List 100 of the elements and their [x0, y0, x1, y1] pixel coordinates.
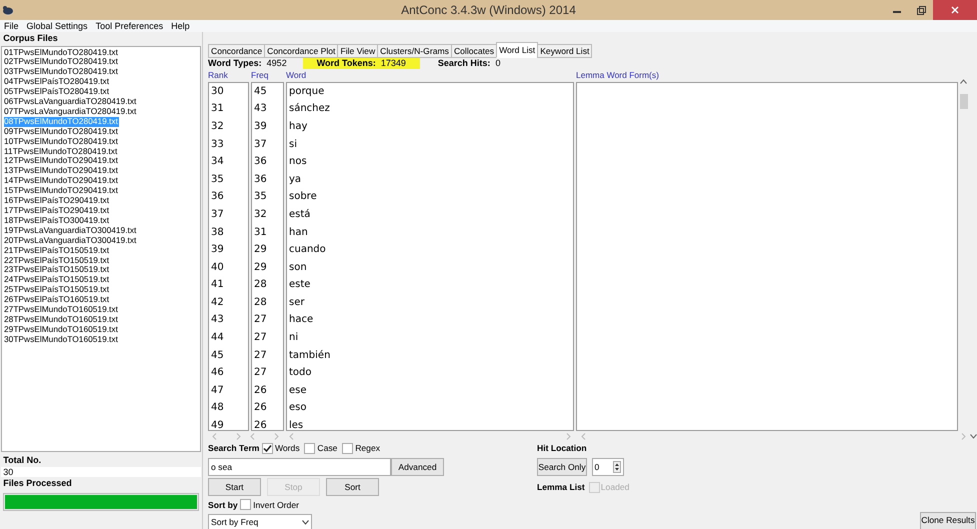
list-cell-text: también — [288, 348, 332, 363]
menu-item[interactable]: Tool Preferences — [96, 20, 164, 32]
list-cell-text: 35 — [210, 172, 225, 187]
checkbox-label: Words — [274, 442, 300, 456]
list-cell-text: 37 — [210, 208, 225, 222]
list-cell-text: 32 — [253, 208, 268, 222]
stat-text: Word Types: 4952 — [208, 58, 287, 69]
scroll-left-icon[interactable] — [289, 430, 294, 442]
corpus-filename[interactable]: 02TPwsElMundoTO280419.txt — [4, 57, 119, 68]
corpus-filename[interactable]: 27TPwsElMundoTO160519.txt — [4, 305, 119, 315]
list-cell-text: 36 — [253, 155, 268, 170]
corpus-filename[interactable]: 26TPwsElPaísTO160519.txt — [4, 295, 110, 306]
sort-by-label: Sort by — [208, 498, 238, 512]
corpus-filename[interactable]: 07TPwsLaVanguardiaTO280419.txt — [4, 106, 138, 117]
menu-item[interactable]: File — [4, 20, 19, 32]
column-header[interactable]: Freq — [251, 69, 284, 82]
action-button[interactable]: Sort — [326, 478, 379, 496]
list-cell-text: 27 — [253, 331, 268, 346]
checkbox-label: Regex — [355, 442, 380, 456]
tab[interactable]: Keyword List — [537, 44, 592, 58]
corpus-filename[interactable]: 13TPwsElMundoTO290419.txt — [4, 166, 119, 176]
lemma-list-label: Lemma List — [537, 480, 585, 494]
hit-location-label: Hit Location — [537, 442, 587, 456]
corpus-filename[interactable]: 15TPwsElMundoTO290419.txt — [4, 186, 119, 196]
scroll-right-icon[interactable] — [566, 430, 571, 442]
list-cell-text: ya — [288, 172, 302, 187]
tab[interactable]: Collocates — [450, 44, 498, 58]
corpus-filename[interactable]: 12TPwsElMundoTO290419.txt — [4, 156, 119, 166]
stat-text: Word Tokens: 17349 — [302, 58, 420, 69]
checkbox[interactable] — [240, 499, 251, 510]
corpus-filename[interactable]: 21TPwsElPaísTO150519.txt — [4, 246, 110, 256]
scroll-left-icon[interactable] — [581, 430, 586, 442]
number-spinner[interactable]: 0 — [592, 458, 624, 476]
list-cell-text: 32 — [210, 120, 225, 134]
clone-results-button[interactable]: Clone Results — [920, 512, 976, 529]
restore-icon — [916, 6, 926, 14]
list-cell-text: 35 — [253, 190, 268, 204]
corpus-filename[interactable]: 29TPwsElMundoTO160519.txt — [4, 324, 119, 335]
corpus-filename[interactable]: 28TPwsElMundoTO160519.txt — [4, 314, 119, 325]
list-cell-text: 27 — [253, 313, 268, 328]
dropdown-value: Sort by Freq — [211, 516, 258, 529]
list-cell-text: ese — [288, 384, 308, 398]
corpus-filename[interactable]: 04TPwsElPaísTO280419.txt — [4, 77, 110, 88]
corpus-filename[interactable]: 17TPwsElPaísTO290419.txt — [4, 206, 110, 216]
corpus-filename[interactable]: 01TPwsElMundoTO280419.txt — [4, 48, 119, 58]
corpus-filename[interactable]: 05TPwsElPaísTO280419.txt — [4, 87, 110, 98]
checkbox[interactable] — [304, 443, 316, 454]
corpus-filename[interactable]: 10TPwsElMundoTO280419.txt — [4, 136, 119, 147]
checkbox[interactable] — [262, 443, 273, 454]
list-cell-text: 27 — [253, 348, 268, 363]
tab[interactable]: Clusters/N-Grams — [377, 44, 452, 58]
list-cell-text: porque — [288, 84, 326, 99]
corpus-filename[interactable]: 30TPwsElMundoTO160519.txt — [4, 334, 119, 345]
column-header[interactable]: Rank — [208, 69, 249, 82]
corpus-filename[interactable]: 11TPwsElMundoTO280419.txt — [4, 146, 118, 156]
tab[interactable]: Concordance — [208, 44, 266, 58]
menu-item[interactable]: Global Settings — [26, 20, 88, 32]
window-title: AntConc 3.4.3w (Windows) 2014 — [400, 2, 577, 19]
search-field[interactable]: o sea — [208, 458, 391, 476]
stat-text: Search Hits: 0 — [438, 58, 500, 69]
scroll-right-icon[interactable] — [236, 430, 241, 442]
corpus-filename[interactable]: 14TPwsElMundoTO290419.txt — [4, 176, 119, 186]
tab[interactable]: File View — [337, 44, 378, 58]
checkbox[interactable] — [342, 443, 353, 454]
corpus-filename[interactable]: 16TPwsElPaísTO290419.txt — [4, 196, 110, 206]
corpus-filename[interactable]: 22TPwsElPaísTO150519.txt — [4, 256, 110, 266]
list-cell-text: 29 — [253, 260, 268, 275]
menu-item[interactable]: Help — [171, 20, 190, 32]
search-only-button[interactable]: Search Only — [537, 458, 587, 476]
corpus-filename[interactable]: 19TPwsLaVanguardiaTO300419.txt — [4, 226, 138, 236]
corpus-filename[interactable]: 25TPwsElPaísTO150519.txt — [4, 285, 110, 296]
column-header[interactable]: Lemma Word Form(s) — [576, 69, 958, 82]
list-cell-text: hay — [288, 120, 308, 134]
tab[interactable]: Concordance Plot — [264, 44, 338, 58]
corpus-filename[interactable]: 20TPwsLaVanguardiaTO300419.txt — [4, 236, 138, 246]
corpus-filename[interactable]: 06TPwsLaVanguardiaTO280419.txt — [4, 97, 138, 107]
tab[interactable]: Word List — [496, 42, 538, 58]
panel-title: Corpus Files — [2, 32, 59, 45]
list-cell-text: 45 — [253, 84, 268, 99]
scrollbar-thumb[interactable] — [960, 94, 968, 108]
app-icon — [2, 3, 14, 17]
corpus-filename[interactable]: 23TPwsElPaísTO150519.txt — [4, 265, 110, 276]
scroll-left-icon[interactable] — [250, 430, 255, 442]
scroll-left-icon[interactable] — [212, 430, 217, 442]
corpus-filename[interactable]: 24TPwsElPaísTO150519.txt — [4, 275, 110, 286]
list-cell-text: 44 — [210, 331, 225, 346]
spinner-arrows-icon[interactable] — [612, 461, 620, 473]
sort-dropdown[interactable]: Sort by Freq — [208, 514, 312, 529]
column-header[interactable]: Word — [286, 69, 574, 82]
list-cell-text: les — [288, 419, 304, 430]
advanced-button[interactable]: Advanced — [391, 458, 444, 476]
corpus-filename[interactable]: 03TPwsElMundoTO280419.txt — [4, 67, 119, 78]
corpus-filename[interactable]: 18TPwsElPaísTO300419.txt — [4, 216, 110, 226]
list-cell-text: ni — [288, 331, 300, 346]
action-button[interactable]: Start — [208, 478, 261, 496]
corpus-filename[interactable]: 09TPwsElMundoTO280419.txt — [4, 126, 119, 137]
list-cell-text: 33 — [210, 138, 225, 152]
caret-icon — [302, 520, 309, 526]
list-cell-text: 43 — [210, 313, 225, 328]
checkbox-label: Case — [317, 442, 338, 456]
